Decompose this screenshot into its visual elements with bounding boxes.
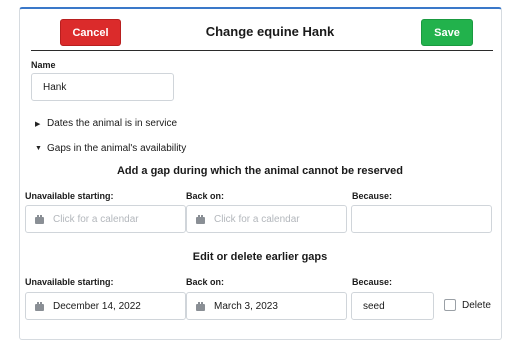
edit-back-label: Back on: (186, 277, 225, 287)
header-divider (31, 50, 493, 51)
dates-in-service-toggle[interactable]: ▶ Dates the animal is in service (35, 118, 177, 129)
edit-back-date-input[interactable]: March 3, 2023 (186, 292, 347, 320)
edit-because-input[interactable]: seed (351, 292, 434, 320)
edit-start-label: Unavailable starting: (25, 277, 114, 287)
add-gap-heading: Add a gap during which the animal cannot… (116, 165, 404, 177)
add-back-placeholder: Click for a calendar (214, 213, 300, 225)
name-input[interactable]: Hank (31, 73, 174, 101)
caret-down-icon: ▼ (35, 145, 42, 152)
add-start-date-input[interactable]: Click for a calendar (25, 205, 186, 233)
page-title: Change equine Hank (205, 24, 335, 39)
name-label: Name (31, 60, 56, 70)
add-back-date-input[interactable]: Click for a calendar (186, 205, 347, 233)
edit-back-value: March 3, 2023 (214, 300, 278, 312)
edit-because-label: Because: (352, 277, 393, 287)
add-because-label: Because: (352, 191, 393, 201)
delete-label: Delete (462, 300, 491, 311)
calendar-icon (196, 301, 205, 311)
edit-start-value: December 14, 2022 (53, 300, 141, 312)
calendar-icon (196, 214, 205, 224)
save-button[interactable]: Save (421, 19, 473, 46)
caret-right-icon: ▶ (35, 120, 41, 128)
gaps-availability-toggle[interactable]: ▼ Gaps in the animal's availability (35, 143, 186, 154)
gaps-availability-label: Gaps in the animal's availability (47, 143, 187, 154)
edit-start-date-input[interactable]: December 14, 2022 (25, 292, 186, 320)
delete-checkbox[interactable] (444, 299, 456, 311)
add-start-label: Unavailable starting: (25, 191, 114, 201)
cancel-button[interactable]: Cancel (60, 19, 121, 46)
calendar-icon (35, 214, 44, 224)
add-start-placeholder: Click for a calendar (53, 213, 139, 225)
add-because-input[interactable] (351, 205, 492, 233)
calendar-icon (35, 301, 44, 311)
add-back-label: Back on: (186, 191, 225, 201)
edit-gaps-heading: Edit or delete earlier gaps (192, 251, 328, 263)
dates-in-service-label: Dates the animal is in service (47, 118, 178, 129)
